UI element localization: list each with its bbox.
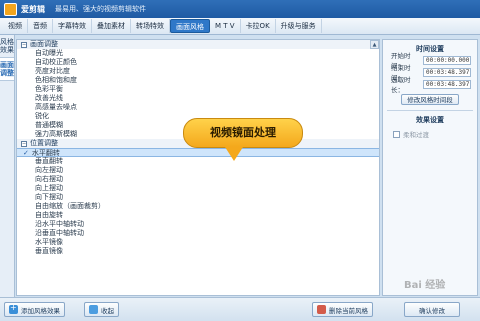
menu-overlay[interactable]: 叠加素材 <box>92 19 131 33</box>
menu-upgrade[interactable]: 升级与服务 <box>276 19 322 33</box>
list-item[interactable]: 向下摆动 <box>17 193 379 202</box>
divider <box>387 110 473 111</box>
list-item[interactable]: 自动曝光 <box>17 49 379 58</box>
list-item[interactable]: 向右摆动 <box>17 175 379 184</box>
soft-transition-checkbox[interactable] <box>393 130 400 138</box>
list-item[interactable]: 自动校正颜色 <box>17 58 379 67</box>
duration-label: 选取时长： <box>391 76 411 94</box>
bottom-toolbar: 添加风格效果 收起 删除当前风格 确认修改 <box>0 297 480 321</box>
delete-style-button[interactable]: 删除当前风格 <box>312 302 373 317</box>
list-item-selected[interactable]: ✓ 水平翻转 <box>17 148 379 157</box>
list-item[interactable]: 改善光线 <box>17 94 379 103</box>
collapse-icon <box>89 305 98 314</box>
collapse-icon[interactable]: − <box>21 140 27 147</box>
callout-tail <box>225 147 243 161</box>
add-style-effect-button[interactable]: 添加风格效果 <box>4 302 65 317</box>
main-menu-bar: 视频 音频 字幕特效 叠加素材 转场特效 画面风格 M T V 卡拉OK 升级与… <box>0 18 480 35</box>
add-style-effect-label: 添加风格效果 <box>21 306 60 315</box>
duration-row: 选取时长： 00:03:48.397 <box>383 76 477 94</box>
collapse-button[interactable]: 收起 <box>84 302 119 317</box>
list-item-label: 水平翻转 <box>31 149 60 157</box>
menu-picture-style[interactable]: 画面风格 <box>170 19 210 33</box>
menu-video[interactable]: 视频 <box>3 19 28 33</box>
list-item[interactable]: 水平镜像 <box>17 238 379 247</box>
title-bar: 爱剪辑 最易用、强大的视频剪辑软件 <box>0 0 480 18</box>
list-item[interactable]: 亮度对比度 <box>17 67 379 76</box>
modify-style-time-button[interactable]: 修改风格时间段 <box>401 94 459 105</box>
list-item[interactable]: 沿垂直中轴转动 <box>17 229 379 238</box>
list-item[interactable]: 高感量去噪点 <box>17 103 379 112</box>
list-item[interactable]: 向上摆动 <box>17 184 379 193</box>
confirm-modify-button[interactable]: 确认修改 <box>404 302 460 317</box>
menu-karaoke[interactable]: 卡拉OK <box>241 19 276 33</box>
tab-picture-adjust[interactable]: 画面调整 <box>0 58 14 81</box>
list-item[interactable]: 垂直翻转 <box>17 157 379 166</box>
effect-settings-title: 效果设置 <box>416 116 444 124</box>
list-item[interactable]: 自由缩放（画面裁剪） <box>17 202 379 211</box>
menu-audio[interactable]: 音频 <box>28 19 53 33</box>
list-item[interactable]: 色彩平衡 <box>17 85 379 94</box>
scroll-up-arrow-icon[interactable]: ▲ <box>370 40 379 49</box>
effects-list-panel: − 画面调整 自动曝光 自动校正颜色 亮度对比度 色相和饱和度 色彩平衡 改善光… <box>16 39 380 296</box>
app-name: 爱剪辑 <box>21 4 45 14</box>
list-item[interactable]: 向左摆动 <box>17 166 379 175</box>
watermark: Bai 经验 <box>404 280 446 291</box>
add-icon <box>9 303 18 314</box>
list-item[interactable]: 垂直镜像 <box>17 247 379 256</box>
soft-transition-label: 柔和过渡 <box>403 131 429 139</box>
soft-transition-row: 柔和过渡 <box>383 128 477 140</box>
delete-icon <box>317 305 326 314</box>
menu-mtv[interactable]: M T V <box>210 19 241 33</box>
tab-style-effects[interactable]: 风格效果 <box>0 35 14 58</box>
menu-subtitle-effects[interactable]: 字幕特效 <box>53 19 92 33</box>
list-item[interactable]: 色相和饱和度 <box>17 76 379 85</box>
group-header-picture-adjust[interactable]: − 画面调整 <box>17 40 379 49</box>
collapse-icon[interactable]: − <box>21 41 27 48</box>
annotation-callout: 视频镜面处理 <box>183 118 303 148</box>
checkmark-icon: ✓ <box>23 149 29 157</box>
delete-style-label: 删除当前风格 <box>329 306 368 315</box>
start-time-input[interactable]: 00:00:00.000 <box>423 55 471 65</box>
app-logo-icon <box>4 2 17 16</box>
duration-input[interactable]: 00:03:48.397 <box>423 79 471 89</box>
list-item[interactable]: 自由旋转 <box>17 211 379 220</box>
collapse-label: 收起 <box>101 306 114 315</box>
list-item[interactable]: 沿水平中轴转动 <box>17 220 379 229</box>
menu-transition[interactable]: 转场特效 <box>131 19 170 33</box>
group-title: 画面调整 <box>30 40 58 48</box>
group-title: 位置调整 <box>30 139 58 147</box>
app-slogan: 最易用、强大的视频剪辑软件 <box>55 5 146 13</box>
settings-panel: 时间设置 开始时间： 00:00:00.000 结束时间： 00:03:48.3… <box>382 39 478 296</box>
left-vertical-tabs: 风格效果 画面调整 <box>0 35 15 297</box>
end-time-input[interactable]: 00:03:48.397 <box>423 67 471 77</box>
